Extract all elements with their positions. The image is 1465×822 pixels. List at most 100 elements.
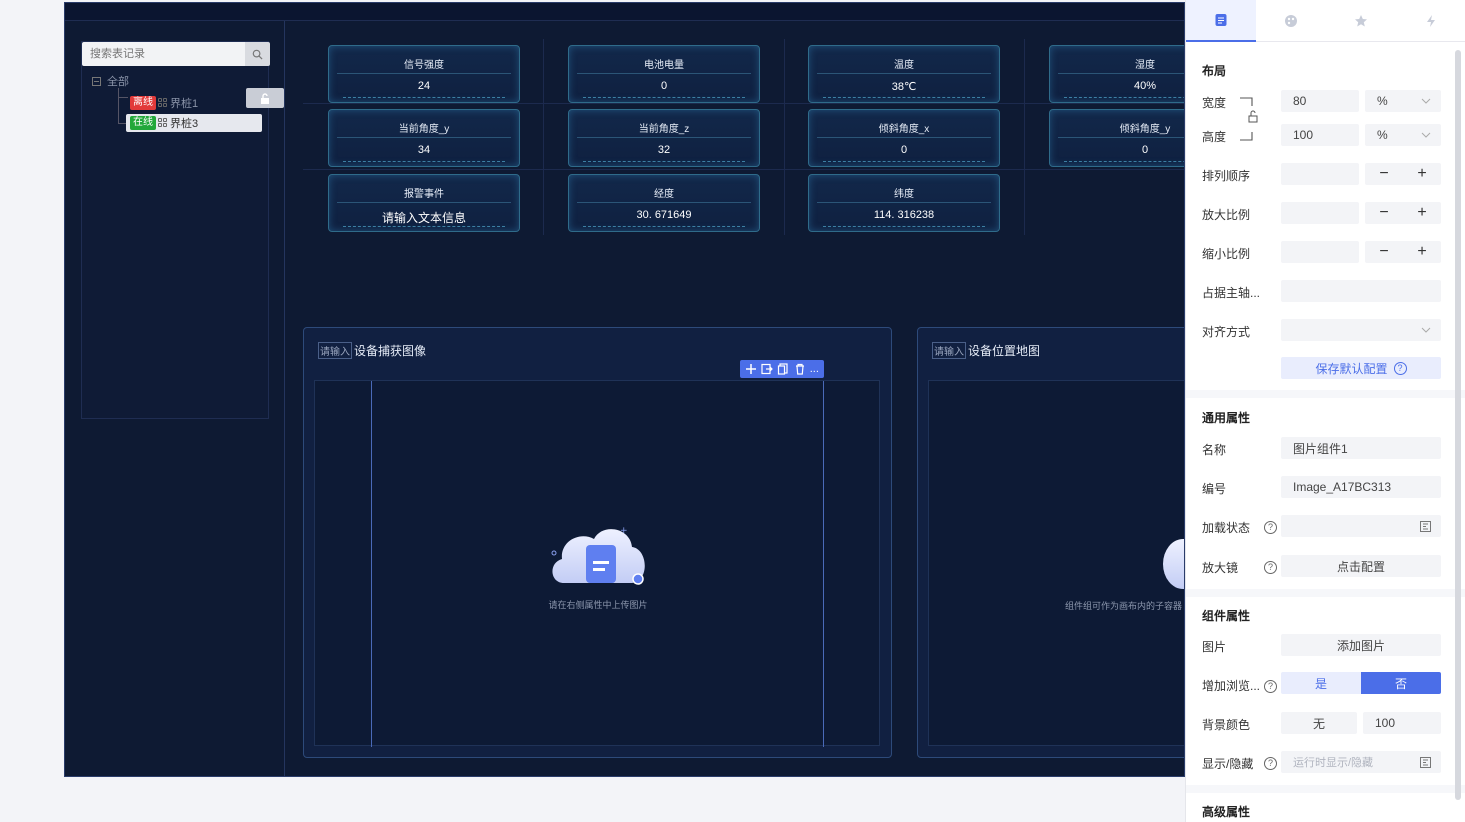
panel-title: 请输入 设备捕获图像	[318, 342, 426, 359]
tree-connector	[118, 97, 128, 98]
id-label: 编号	[1202, 482, 1227, 496]
order-input[interactable]	[1281, 163, 1359, 185]
image-container[interactable]: + 请在右侧属性中上传图片	[314, 380, 880, 747]
tab-animation[interactable]	[1326, 0, 1396, 42]
help-icon[interactable]: ?	[1264, 561, 1277, 574]
panel-title: 请输入 设备位置地图	[932, 342, 1040, 359]
id-input[interactable]: Image_A17BC313	[1281, 476, 1441, 498]
card-decoration	[823, 226, 985, 228]
design-canvas[interactable]: 全部 离线 界桩1 在线 界桩3 信号强度24 电池电量0 温度38	[64, 2, 1185, 777]
plus-icon[interactable]: +	[1417, 204, 1426, 222]
search-input[interactable]	[82, 42, 245, 66]
grid-divider	[784, 39, 785, 235]
metric-card-angle-z[interactable]: 当前角度_z 32	[568, 109, 760, 167]
tree-root[interactable]: 全部	[92, 72, 129, 90]
width-unit-value: %	[1377, 94, 1388, 108]
shrink-input[interactable]	[1281, 241, 1359, 263]
loading-binding-field[interactable]	[1281, 515, 1441, 537]
delete-icon[interactable]	[794, 363, 806, 375]
tree-item[interactable]: 离线 界桩1	[130, 94, 198, 112]
metric-card-battery[interactable]: 电池电量 0	[568, 45, 760, 103]
collapse-icon[interactable]	[92, 76, 101, 86]
tab-properties[interactable]	[1186, 0, 1256, 42]
map-panel[interactable]: 请输入 设备位置地图 组件组可作为画布内的子容器	[917, 327, 1184, 758]
bg-opacity-input[interactable]: 100	[1363, 712, 1441, 734]
visibility-placeholder: 运行时显示/隐藏	[1293, 757, 1374, 769]
status-badge: 离线	[130, 96, 156, 110]
name-input[interactable]: 图片组件1	[1281, 437, 1441, 459]
preview-no-option[interactable]: 否	[1361, 672, 1441, 694]
binding-icon[interactable]	[1420, 520, 1431, 532]
export-icon[interactable]	[761, 363, 774, 375]
help-icon: ?	[1393, 361, 1407, 375]
magnifier-config-button[interactable]: 点击配置	[1281, 555, 1441, 577]
metric-card-angle-y[interactable]: 当前角度_y 34	[328, 109, 520, 167]
help-icon[interactable]: ?	[1264, 680, 1277, 693]
save-default-button[interactable]: 保存默认配置?	[1281, 357, 1441, 379]
card-decoration	[583, 226, 745, 228]
plus-icon[interactable]: +	[1417, 165, 1426, 183]
align-select[interactable]	[1281, 319, 1441, 341]
metric-label: 倾斜角度_y	[1119, 124, 1171, 135]
bg-color-picker[interactable]: 无	[1281, 712, 1357, 734]
metric-card-alarm[interactable]: 报警事件 请输入文本信息	[328, 174, 520, 232]
star-icon	[1355, 15, 1367, 27]
visibility-binding-field[interactable]: 运行时显示/隐藏	[1281, 751, 1441, 773]
metric-card-tilt-x[interactable]: 倾斜角度_x 0	[808, 109, 1000, 167]
copy-icon[interactable]	[777, 363, 789, 375]
help-icon[interactable]: ?	[1264, 757, 1277, 770]
metric-label: 电池电量	[644, 60, 684, 71]
metric-card-humidity[interactable]: 湿度 40%	[1049, 45, 1184, 103]
search-button[interactable]	[245, 42, 270, 66]
more-icon[interactable]: ...	[810, 364, 819, 375]
tab-style[interactable]	[1256, 0, 1326, 42]
tab-events[interactable]	[1396, 0, 1465, 42]
height-unit-value: %	[1377, 128, 1388, 142]
width-input[interactable]: 80	[1281, 90, 1359, 112]
image-panel[interactable]: 请输入 设备捕获图像 + 请在右侧属性中上传图片 ...	[303, 327, 892, 758]
card-decoration	[583, 161, 745, 163]
svg-text:+: +	[620, 526, 628, 536]
tree-root-label: 全部	[107, 76, 129, 88]
minus-icon[interactable]: −	[1379, 165, 1388, 183]
height-unit-select[interactable]: %	[1365, 124, 1441, 146]
search-icon	[252, 49, 263, 60]
metric-label: 湿度	[1135, 60, 1155, 71]
link-bracket-icon	[1240, 97, 1258, 141]
lightning-icon	[1427, 15, 1435, 27]
add-icon[interactable]	[745, 363, 757, 375]
palette-icon	[1285, 15, 1297, 27]
metric-card-longitude[interactable]: 经度 30. 671649	[568, 174, 760, 232]
magnifier-label: 放大镜	[1202, 561, 1239, 575]
document-icon	[1215, 14, 1227, 26]
map-container[interactable]: 组件组可作为画布内的子容器	[928, 380, 1184, 746]
add-image-button[interactable]: 添加图片	[1281, 634, 1441, 656]
height-input[interactable]: 100	[1281, 124, 1359, 146]
metric-value: 24	[417, 80, 431, 92]
tree-item-label: 界桩3	[170, 118, 199, 130]
preview-yes-option[interactable]: 是	[1281, 672, 1361, 694]
properties-scrollbar[interactable]	[1455, 50, 1461, 800]
metric-card-tilt-y[interactable]: 倾斜角度_y 0	[1049, 109, 1184, 167]
grow-input[interactable]	[1281, 202, 1359, 224]
group-hint: 组件组可作为画布内的子容器	[1065, 601, 1183, 611]
device-group-icon	[158, 118, 168, 128]
canvas-topbar	[65, 3, 1184, 21]
tree-item-selected[interactable]: 在线 界桩3	[126, 114, 262, 132]
lock-button[interactable]	[246, 88, 284, 108]
properties-panel: 布局 宽度 高度 80 % 100 % 排列顺序 − + 放大比例 − + 缩小比例…	[1185, 0, 1465, 822]
minus-icon[interactable]: −	[1379, 204, 1388, 222]
metric-card-latitude[interactable]: 纬度 114. 316238	[808, 174, 1000, 232]
plus-icon[interactable]: +	[1417, 243, 1426, 261]
metric-card-signal[interactable]: 信号强度 24	[328, 45, 520, 103]
help-icon[interactable]: ?	[1264, 521, 1277, 534]
empty-image-placeholder: + 请在右侧属性中上传图片	[543, 513, 653, 611]
binding-icon[interactable]	[1420, 756, 1431, 768]
metric-card-temperature[interactable]: 温度 38℃	[808, 45, 1000, 103]
bg-color-label: 背景颜色	[1202, 718, 1251, 732]
width-unit-select[interactable]: %	[1365, 90, 1441, 112]
basis-input[interactable]	[1281, 280, 1441, 302]
image-label: 图片	[1202, 640, 1227, 654]
tree-item-label: 界桩1	[170, 98, 199, 110]
minus-icon[interactable]: −	[1379, 243, 1388, 261]
